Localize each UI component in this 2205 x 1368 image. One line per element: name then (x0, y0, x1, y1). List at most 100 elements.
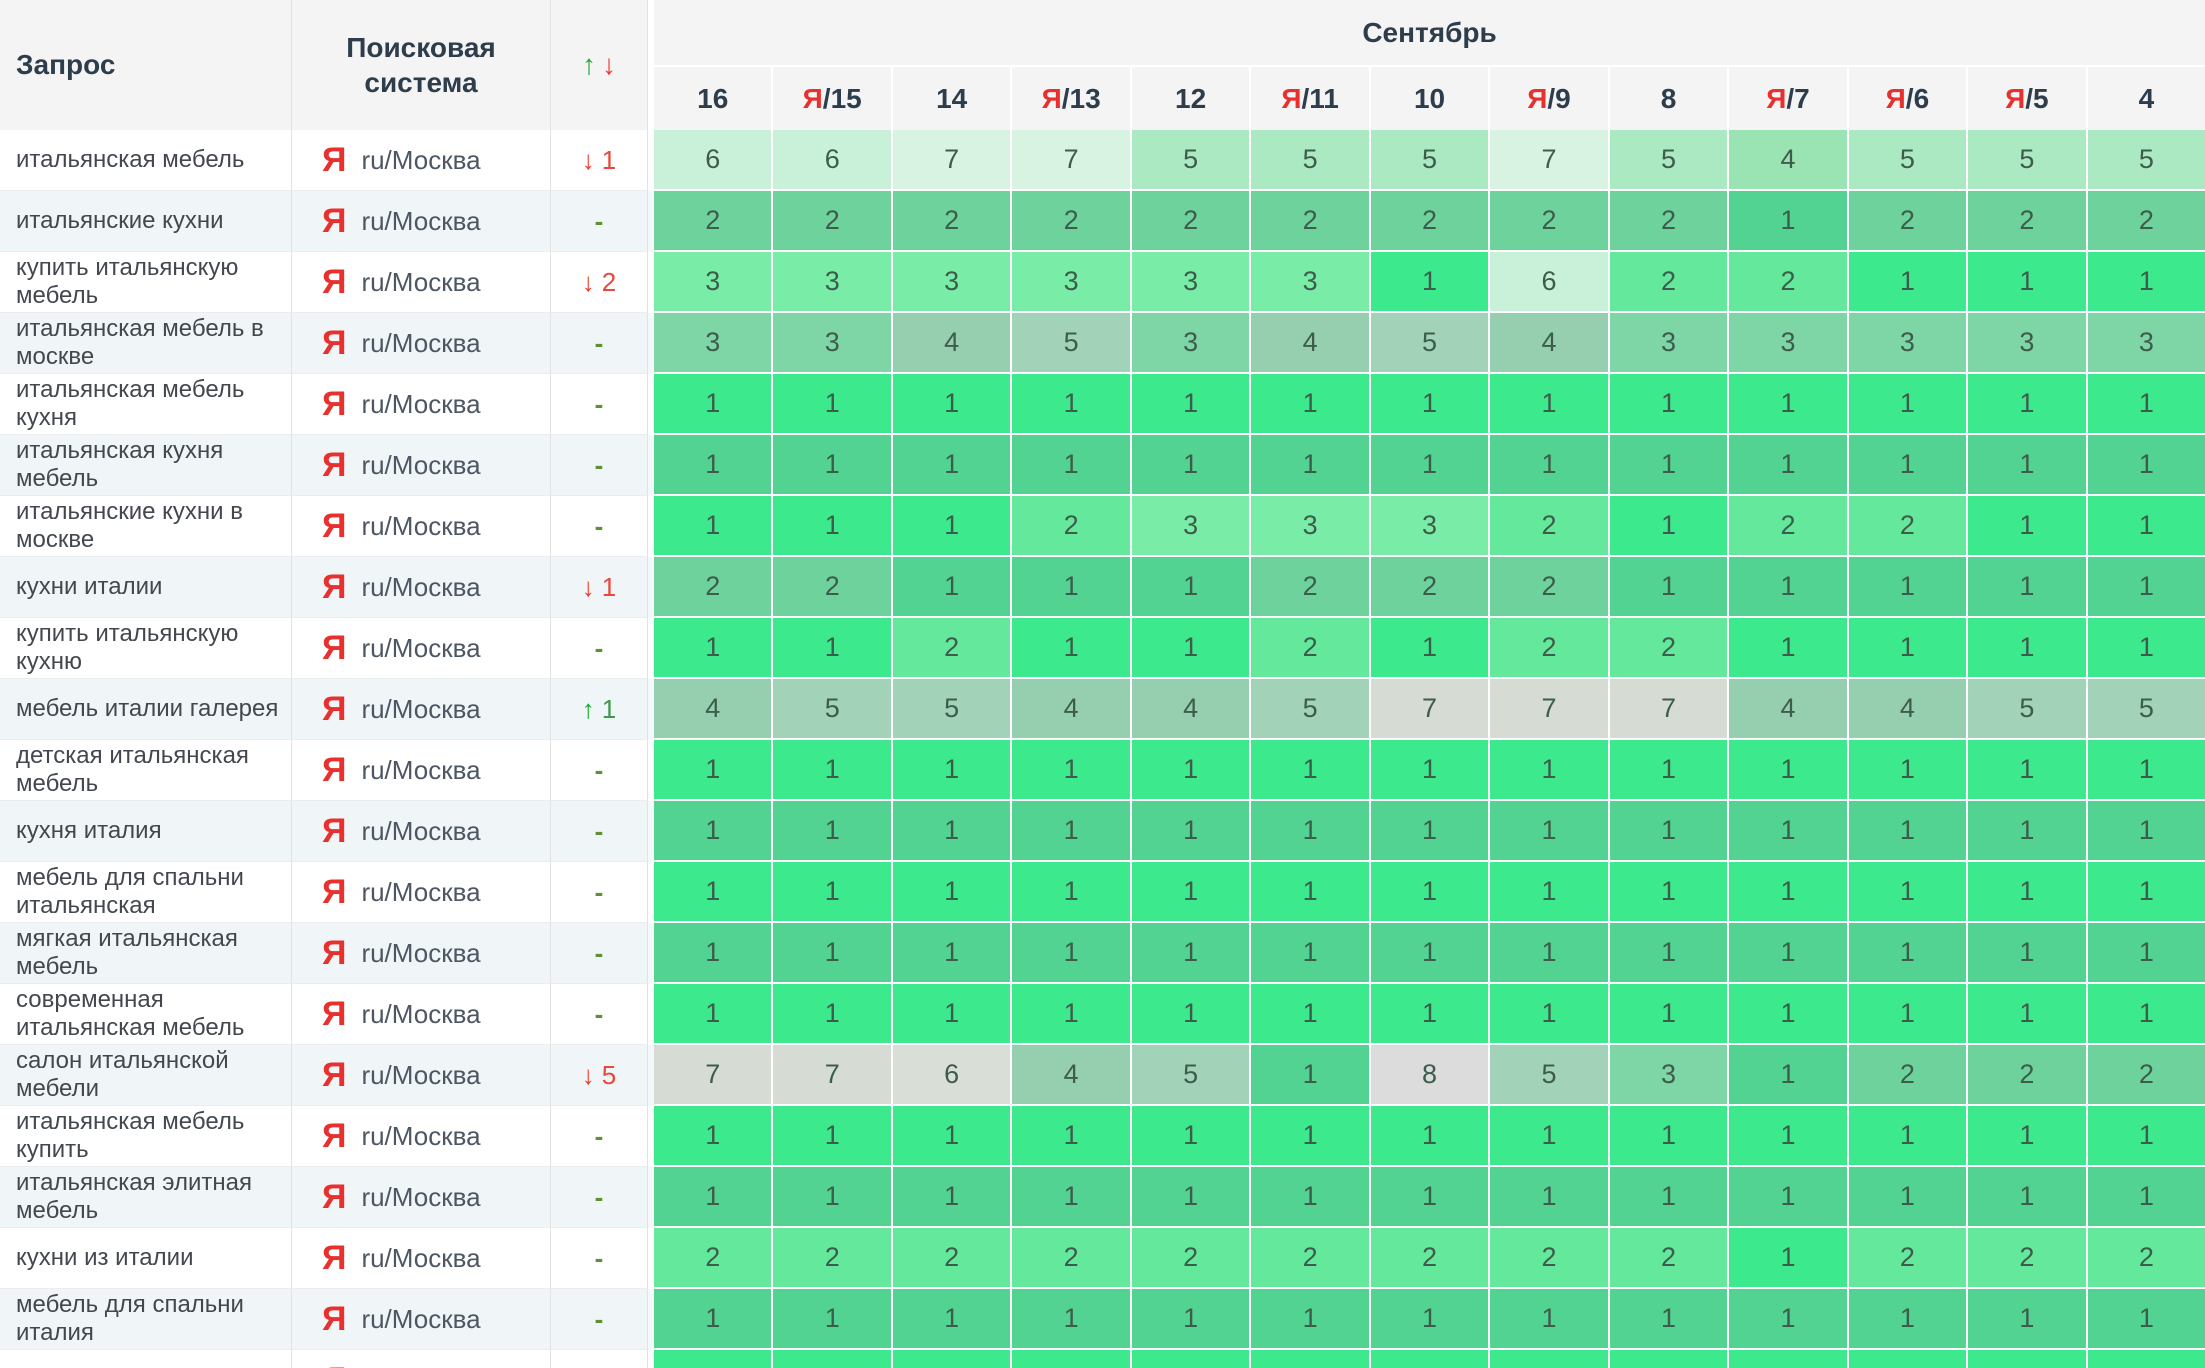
position-cell[interactable]: 1 (1966, 374, 2085, 435)
query-cell[interactable]: современная итальянская мебель (0, 984, 292, 1045)
position-cell[interactable]: 2 (1249, 557, 1368, 618)
date-column-header[interactable]: 12 (1130, 65, 1249, 130)
position-cell[interactable]: 1 (1369, 1289, 1488, 1350)
position-cell[interactable]: 4 (1847, 679, 1966, 740)
position-cell[interactable]: 7 (1608, 679, 1727, 740)
position-cell[interactable]: 1 (654, 1167, 771, 1228)
position-cell[interactable]: 2 (1608, 618, 1727, 679)
position-cell[interactable]: 7 (1369, 679, 1488, 740)
position-cell[interactable]: 5 (1130, 1045, 1249, 1106)
position-cell[interactable]: 2 (1966, 1228, 2085, 1289)
position-cell[interactable]: 3 (1249, 252, 1368, 313)
position-cell[interactable]: 1 (1966, 435, 2085, 496)
position-cell[interactable]: 1 (1847, 618, 1966, 679)
position-cell[interactable]: 1 (771, 1289, 890, 1350)
position-cell[interactable] (771, 1350, 890, 1368)
position-cell[interactable]: 7 (654, 1045, 771, 1106)
position-cell[interactable]: 3 (1130, 496, 1249, 557)
position-cell[interactable]: 4 (1249, 313, 1368, 374)
position-cell[interactable]: 1 (1966, 862, 2085, 923)
position-cell[interactable]: 1 (1847, 435, 1966, 496)
position-cell[interactable]: 1 (1608, 374, 1727, 435)
position-cell[interactable]: 1 (771, 984, 890, 1045)
position-cell[interactable]: 2 (1130, 191, 1249, 252)
position-cell[interactable]: 3 (654, 313, 771, 374)
position-cell[interactable]: 1 (1369, 862, 1488, 923)
position-cell[interactable]: 3 (1369, 496, 1488, 557)
position-cell[interactable]: 2 (1608, 1228, 1727, 1289)
position-cell[interactable]: 1 (1488, 923, 1607, 984)
position-cell[interactable]: 1 (654, 801, 771, 862)
position-cell[interactable]: 6 (891, 1045, 1010, 1106)
position-cell[interactable]: 1 (771, 618, 890, 679)
position-cell[interactable]: 1 (1727, 923, 1846, 984)
position-cell[interactable]: 2 (771, 191, 890, 252)
position-cell[interactable]: 3 (1010, 252, 1129, 313)
position-cell[interactable]: 2 (1966, 191, 2085, 252)
position-cell[interactable]: 2 (1847, 496, 1966, 557)
position-cell[interactable]: 7 (1010, 130, 1129, 191)
position-cell[interactable]: 5 (1130, 130, 1249, 191)
position-cell[interactable]: 1 (1249, 1045, 1368, 1106)
position-cell[interactable] (1369, 1350, 1488, 1368)
position-cell[interactable] (1249, 1350, 1368, 1368)
date-column-header[interactable]: 4 (2086, 65, 2205, 130)
position-cell[interactable]: 1 (2086, 618, 2205, 679)
position-cell[interactable]: 1 (1488, 801, 1607, 862)
position-cell[interactable]: 1 (1727, 1106, 1846, 1167)
position-cell[interactable]: 3 (1608, 313, 1727, 374)
position-cell[interactable]: 1 (1249, 862, 1368, 923)
position-cell[interactable] (1847, 1350, 1966, 1368)
position-cell[interactable]: 1 (1727, 740, 1846, 801)
position-cell[interactable]: 1 (1369, 801, 1488, 862)
query-cell[interactable] (0, 1350, 292, 1368)
position-cell[interactable]: 2 (1608, 252, 1727, 313)
position-cell[interactable]: 1 (1966, 557, 2085, 618)
query-cell[interactable]: салон итальянской мебели (0, 1045, 292, 1106)
position-cell[interactable]: 1 (1130, 923, 1249, 984)
position-cell[interactable]: 1 (1010, 801, 1129, 862)
position-cell[interactable]: 1 (1249, 435, 1368, 496)
position-cell[interactable]: 3 (1130, 313, 1249, 374)
position-cell[interactable]: 4 (891, 313, 1010, 374)
position-cell[interactable]: 1 (891, 496, 1010, 557)
position-cell[interactable]: 1 (654, 984, 771, 1045)
position-cell[interactable]: 1 (891, 862, 1010, 923)
position-cell[interactable]: 4 (1010, 1045, 1129, 1106)
position-cell[interactable]: 1 (1488, 1106, 1607, 1167)
position-cell[interactable]: 1 (1966, 1106, 2085, 1167)
position-cell[interactable]: 1 (1727, 1045, 1846, 1106)
position-cell[interactable]: 1 (891, 923, 1010, 984)
position-cell[interactable]: 1 (1369, 618, 1488, 679)
position-cell[interactable]: 1 (1727, 191, 1846, 252)
position-cell[interactable]: 1 (1966, 496, 2085, 557)
position-cell[interactable]: 2 (1608, 191, 1727, 252)
position-cell[interactable]: 1 (1249, 1106, 1368, 1167)
position-cell[interactable]: 5 (891, 679, 1010, 740)
position-cell[interactable]: 1 (1010, 740, 1129, 801)
change-column-header[interactable]: ↑ ↓ (551, 0, 648, 130)
position-cell[interactable] (1608, 1350, 1727, 1368)
position-cell[interactable]: 1 (1010, 1289, 1129, 1350)
query-cell[interactable]: итальянская мебель (0, 130, 292, 191)
position-cell[interactable]: 5 (1010, 313, 1129, 374)
query-cell[interactable]: купить итальянскую кухню (0, 618, 292, 679)
position-cell[interactable]: 1 (2086, 435, 2205, 496)
query-cell[interactable]: итальянская элитная мебель (0, 1167, 292, 1228)
position-cell[interactable]: 5 (1966, 130, 2085, 191)
position-cell[interactable]: 1 (1010, 984, 1129, 1045)
position-cell[interactable]: 2 (1727, 252, 1846, 313)
position-cell[interactable]: 6 (654, 130, 771, 191)
position-cell[interactable]: 1 (2086, 252, 2205, 313)
position-cell[interactable]: 1 (1608, 435, 1727, 496)
position-cell[interactable]: 1 (771, 862, 890, 923)
date-column-header[interactable]: 16 (654, 65, 771, 130)
position-cell[interactable]: 1 (1488, 984, 1607, 1045)
position-cell[interactable]: 1 (1608, 984, 1727, 1045)
position-cell[interactable]: 1 (1608, 557, 1727, 618)
position-cell[interactable]: 1 (1249, 923, 1368, 984)
position-cell[interactable] (1130, 1350, 1249, 1368)
position-cell[interactable]: 1 (654, 862, 771, 923)
position-cell[interactable]: 6 (771, 130, 890, 191)
position-cell[interactable]: 1 (654, 740, 771, 801)
